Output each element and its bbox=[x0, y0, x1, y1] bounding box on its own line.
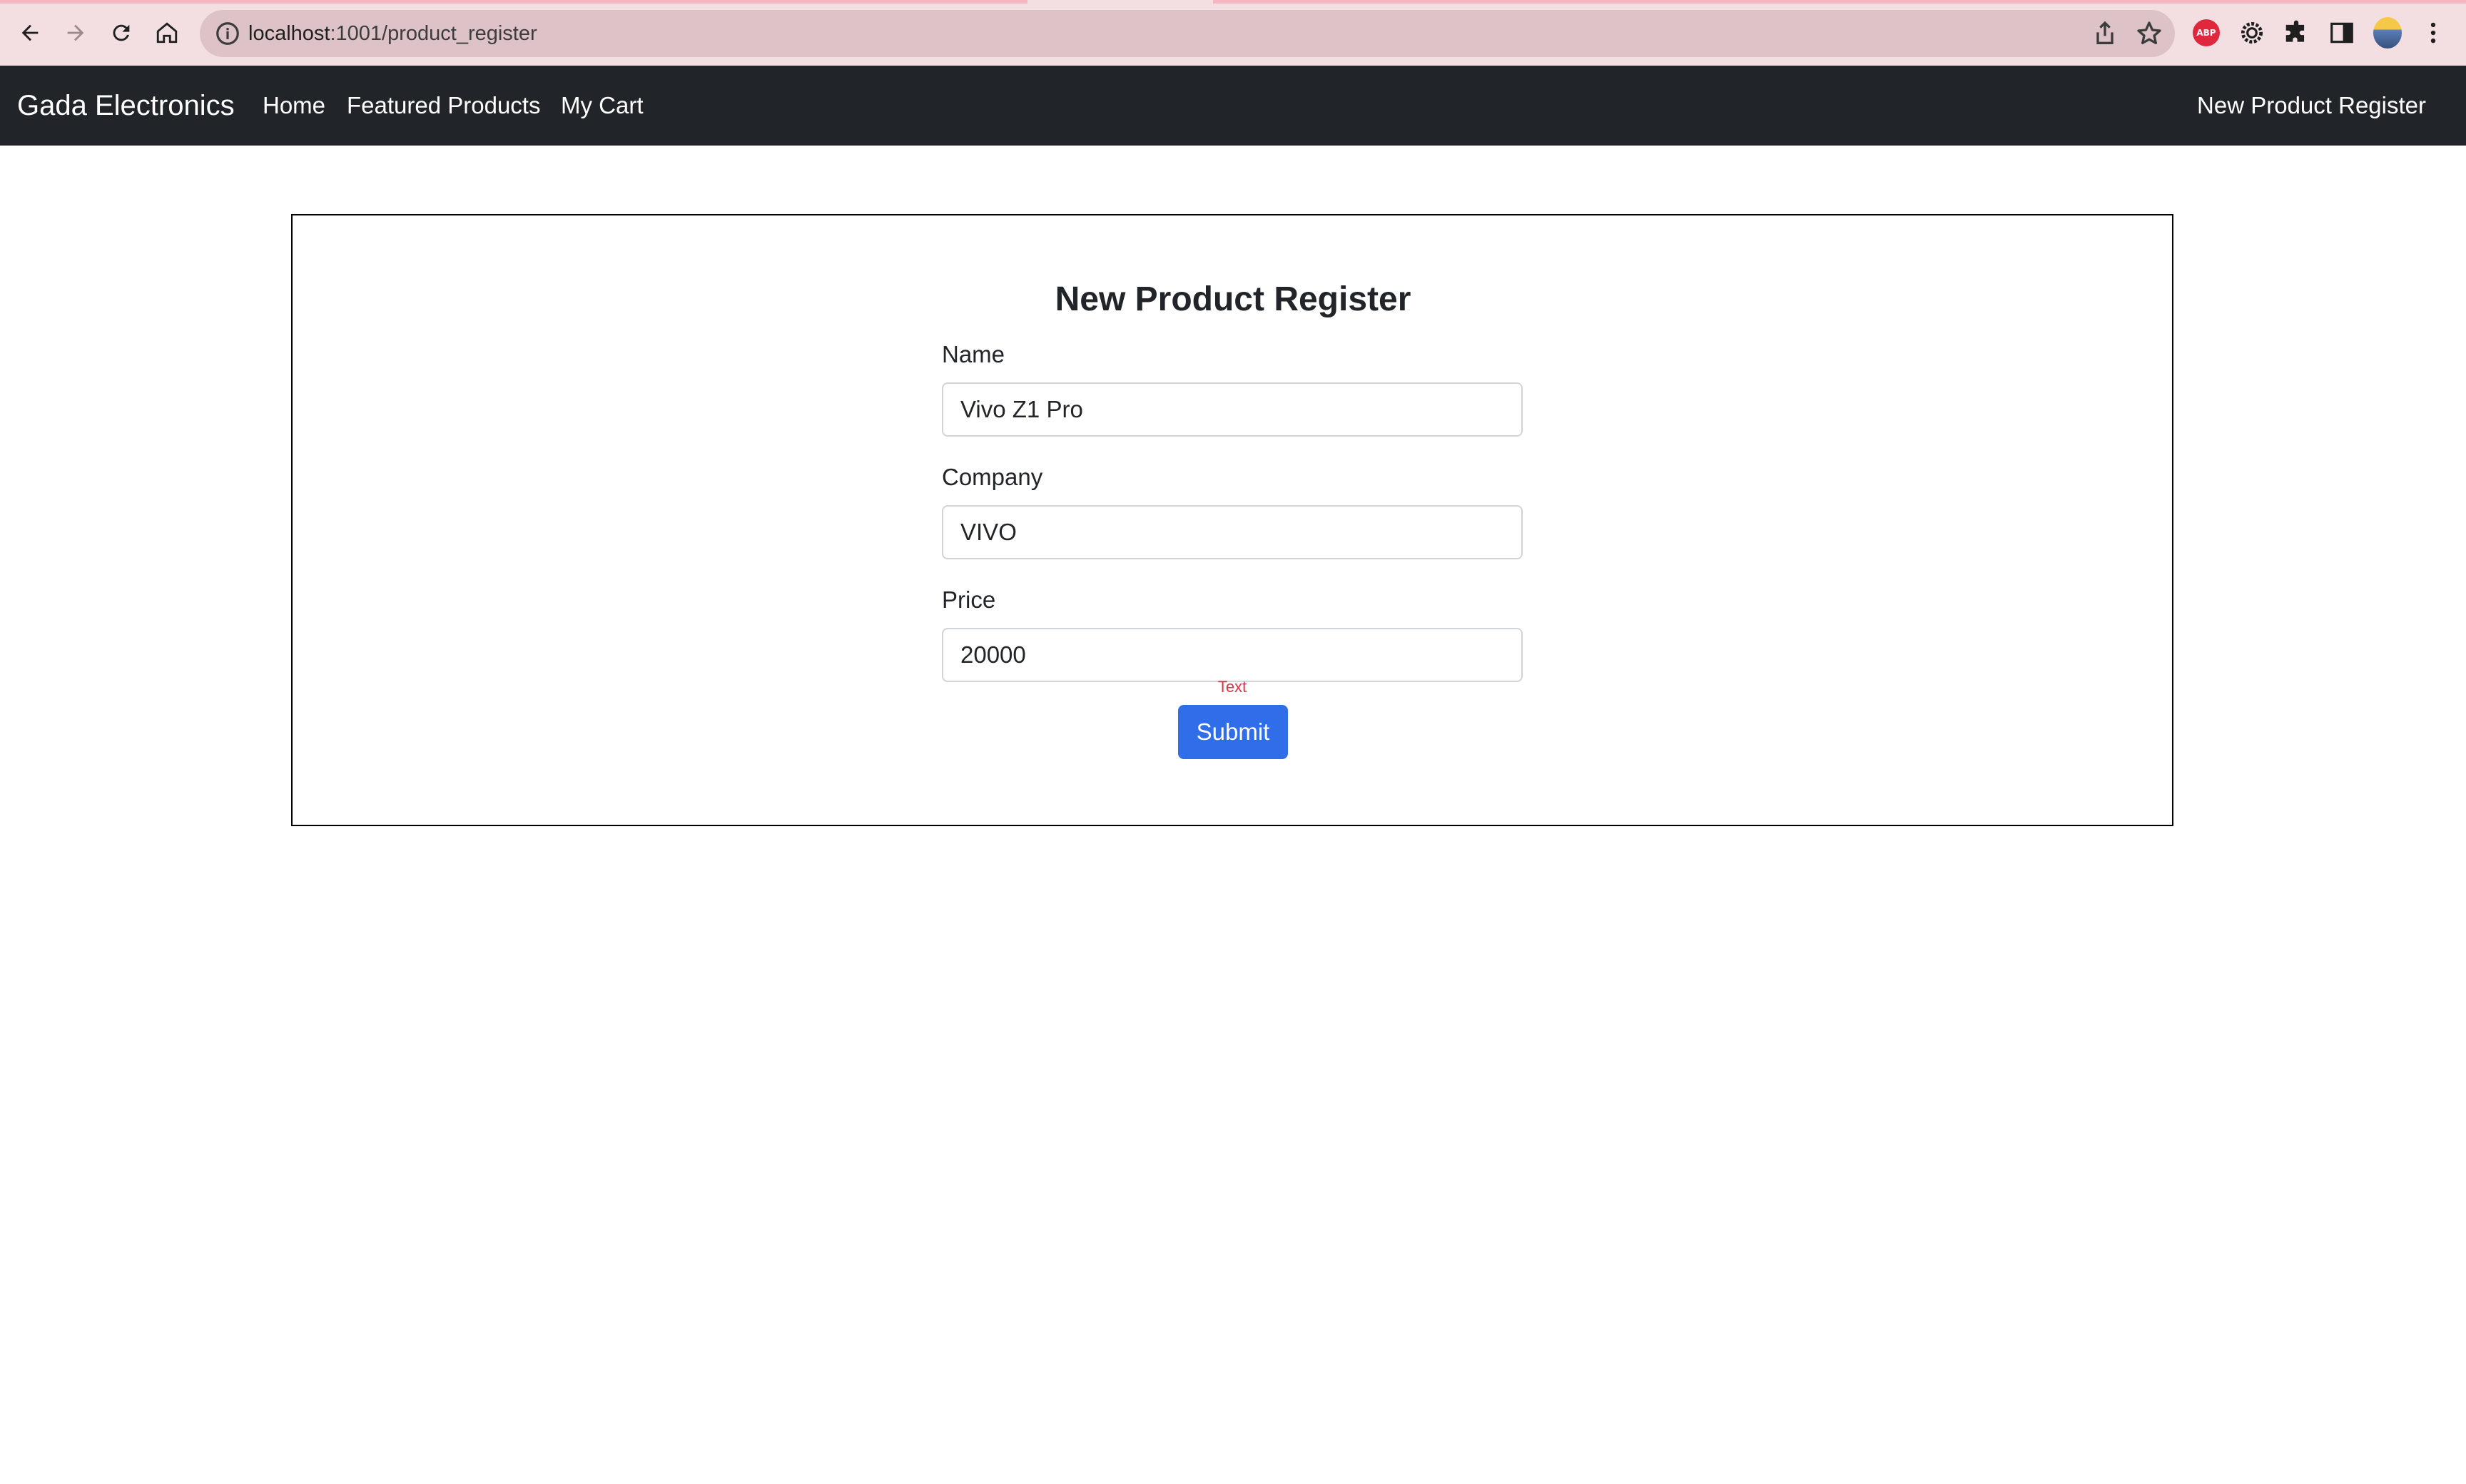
reload-icon[interactable] bbox=[103, 14, 140, 51]
validation-hint: Text bbox=[1217, 678, 1247, 696]
extension-gear-icon[interactable] bbox=[2238, 19, 2266, 47]
submit-button[interactable]: Submit bbox=[1178, 705, 1288, 759]
company-label: Company bbox=[942, 464, 1043, 490]
site-navbar: Gada Electronics Home Featured Products … bbox=[0, 66, 2466, 146]
company-input[interactable] bbox=[942, 505, 1523, 559]
kebab-menu-icon[interactable] bbox=[2419, 19, 2447, 47]
form-title: New Product Register bbox=[1055, 280, 1411, 318]
tab-strip-edge-right bbox=[1213, 0, 2466, 4]
side-panel-icon[interactable] bbox=[2328, 19, 2356, 47]
price-label: Price bbox=[942, 586, 996, 613]
star-icon[interactable] bbox=[2135, 19, 2163, 48]
name-input[interactable] bbox=[942, 382, 1523, 437]
address-bar[interactable]: localhost:1001/product_register bbox=[200, 10, 2175, 57]
brand-link[interactable]: Gada Electronics bbox=[17, 66, 235, 146]
price-input[interactable] bbox=[942, 628, 1523, 682]
nav-link-my-cart[interactable]: My Cart bbox=[561, 66, 644, 146]
url-text: localhost:1001/product_register bbox=[248, 22, 537, 45]
tab-strip-edge bbox=[0, 0, 1028, 4]
browser-toolbar: localhost:1001/product_register ABP bbox=[0, 0, 2466, 66]
share-icon[interactable] bbox=[2091, 19, 2119, 48]
name-label: Name bbox=[942, 341, 1005, 367]
puzzle-icon[interactable] bbox=[2282, 19, 2310, 47]
nav-link-featured-products[interactable]: Featured Products bbox=[347, 66, 540, 146]
avatar[interactable] bbox=[2373, 17, 2402, 49]
back-arrow-icon[interactable] bbox=[11, 14, 49, 51]
info-icon[interactable] bbox=[214, 20, 241, 47]
forward-arrow-icon[interactable] bbox=[57, 14, 94, 51]
home-icon[interactable] bbox=[148, 14, 186, 51]
nav-link-new-product-register[interactable]: New Product Register bbox=[2197, 66, 2426, 146]
nav-link-home[interactable]: Home bbox=[263, 66, 325, 146]
adblock-icon[interactable]: ABP bbox=[2192, 19, 2221, 47]
